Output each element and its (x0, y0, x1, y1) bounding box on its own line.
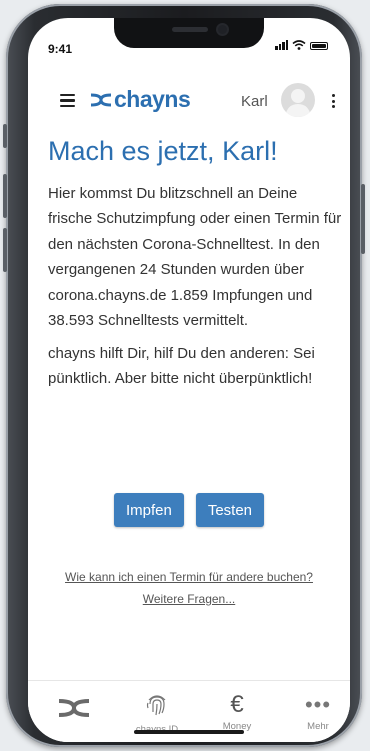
power-button (361, 184, 365, 254)
status-time: 9:41 (48, 42, 73, 56)
fingerprint-icon (146, 695, 166, 716)
user-avatar-icon (285, 89, 311, 117)
nav-label-more: Mehr (307, 721, 329, 732)
chayns-logo-icon (58, 699, 90, 717)
nav-item-money[interactable]: € Money (205, 691, 269, 732)
page-title: Mach es jetzt, Karl! (48, 136, 278, 166)
chayns-logo[interactable]: chayns (90, 86, 191, 113)
more-options-icon[interactable] (332, 94, 336, 108)
hamburger-menu-icon[interactable] (60, 94, 75, 108)
test-button[interactable]: Testen (195, 493, 265, 527)
user-name[interactable]: Karl (241, 93, 268, 110)
front-camera (218, 25, 227, 34)
action-buttons: Impfen Testen (28, 493, 350, 527)
nav-item-chayns-id[interactable]: chayns.ID (125, 691, 189, 735)
main-content: Mach es jetzt, Karl! Hier kommst Du blit… (48, 136, 344, 406)
battery-icon (310, 42, 328, 50)
more-dots-icon: ••• (304, 692, 332, 717)
vaccinate-button[interactable]: Impfen (113, 493, 184, 527)
intro-paragraph: Hier kommst Du blitzschnell an Deine fri… (48, 185, 342, 330)
home-indicator (134, 730, 244, 734)
appeal-paragraph: chayns hilft Dir, hilf Du den anderen: S… (48, 345, 315, 388)
avatar[interactable] (281, 83, 315, 117)
speaker-grill (172, 27, 208, 32)
book-for-others-link[interactable]: Wie kann ich einen Termin für andere buc… (65, 566, 313, 588)
wifi-icon (292, 40, 306, 50)
more-questions-link[interactable]: Weitere Fragen... (143, 588, 235, 610)
nav-item-more[interactable]: ••• Mehr (286, 691, 350, 732)
logo-text: chayns (114, 86, 191, 112)
app-header: chayns Karl (28, 82, 350, 122)
help-links: Wie kann ich einen Termin für andere buc… (28, 566, 350, 610)
nav-item-home[interactable] (42, 697, 106, 724)
chayns-logo-icon (90, 93, 112, 106)
mute-switch (3, 124, 7, 148)
volume-up-button (3, 174, 7, 218)
notch (114, 18, 264, 48)
euro-icon: € (230, 691, 244, 718)
volume-down-button (3, 228, 7, 272)
phone-frame: 9:41 chayns Karl Mach es jetzt, Karl! Hi… (3, 4, 365, 747)
signal-icon (275, 40, 288, 50)
screen: 9:41 chayns Karl Mach es jetzt, Karl! Hi… (28, 18, 350, 742)
status-icons (275, 40, 328, 50)
